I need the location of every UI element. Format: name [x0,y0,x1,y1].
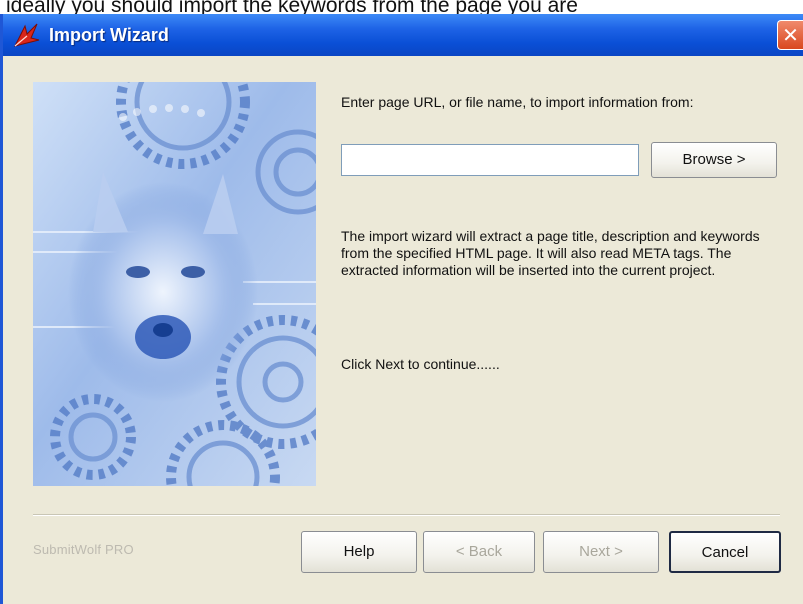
wizard-description: The import wizard will extract a page ti… [341,228,760,278]
cancel-button[interactable]: Cancel [669,531,781,573]
brand-label: SubmitWolf PRO [33,542,134,557]
title-bar[interactable]: Import Wizard ✕ [3,14,803,56]
close-button[interactable]: ✕ [777,20,803,50]
footer-divider [33,514,780,516]
red-leaf-icon [14,23,40,47]
next-button[interactable]: Next > [543,531,659,573]
back-button[interactable]: < Back [423,531,535,573]
window-title: Import Wizard [49,24,169,45]
url-prompt-label: Enter page URL, or file name, to import … [341,94,694,110]
close-icon: ✕ [782,23,799,47]
url-input[interactable] [341,144,639,176]
import-wizard-dialog: Import Wizard ✕ Enter page URL, or file … [0,14,803,604]
help-button[interactable]: Help [301,531,417,573]
continue-hint: Click Next to continue...... [341,356,500,372]
browse-button[interactable]: Browse > [651,142,777,178]
wizard-illustration [33,82,316,486]
